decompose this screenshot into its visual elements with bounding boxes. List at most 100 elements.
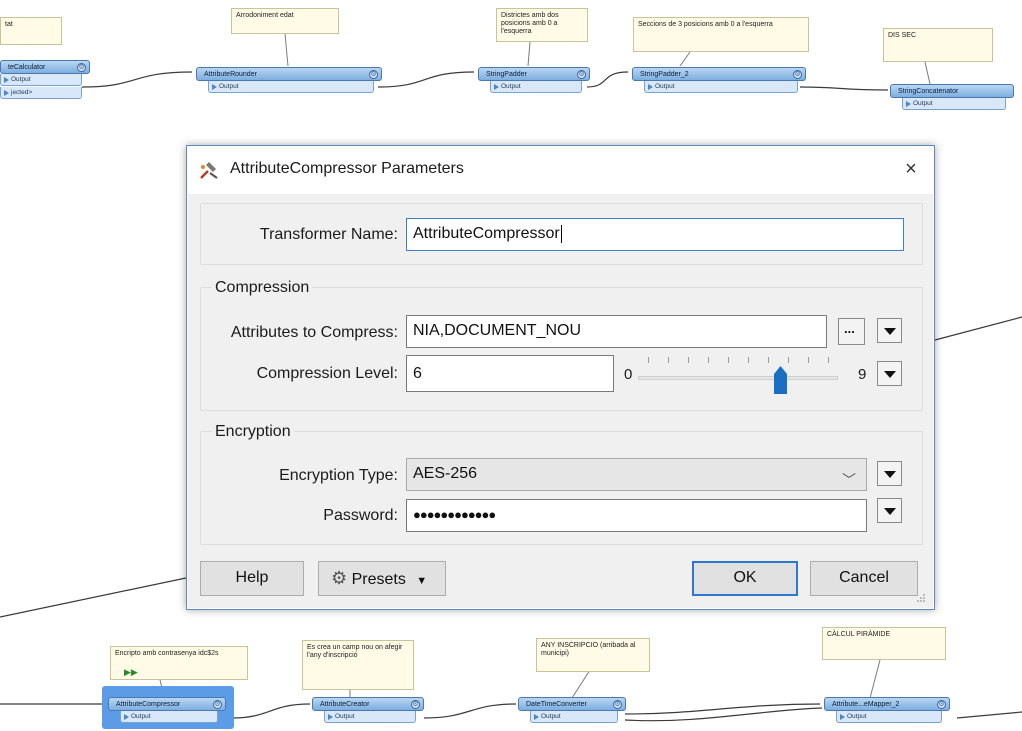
close-button[interactable]: × <box>898 157 924 183</box>
node-header[interactable]: AttributeCompressor ⚙ <box>108 697 226 711</box>
node-title: teCalculator <box>8 64 46 71</box>
annotation-mapper[interactable]: CÀLCUL PIRÀMIDE <box>822 627 946 660</box>
slider-tick <box>808 357 809 363</box>
password-menu-button[interactable] <box>877 498 902 523</box>
help-button[interactable]: Help <box>200 561 304 596</box>
compression-slider-thumb[interactable] <box>774 364 787 394</box>
node-string-concatenator[interactable]: StringConcatenator Output <box>890 84 1014 112</box>
resize-grip-icon[interactable] <box>916 593 926 603</box>
annotation-text: Es crea un camp nou on afegir l'any d'in… <box>307 644 403 659</box>
ellipsis-button[interactable]: ... <box>838 318 865 345</box>
chevron-down-icon: ﹀ <box>842 472 856 488</box>
slider-tick <box>768 357 769 363</box>
node-title: AttributeRounder <box>204 71 257 78</box>
transformer-name-label: Transformer Name: <box>259 226 398 243</box>
compression-level-menu-button[interactable] <box>877 361 902 386</box>
cancel-button[interactable]: Cancel <box>810 561 918 596</box>
slider-min-label: 0 <box>624 366 633 383</box>
gear-icon[interactable]: ⚙ <box>577 70 586 79</box>
port-label: jected> <box>11 89 33 96</box>
output-port[interactable]: Output <box>530 711 618 723</box>
node-header[interactable]: Attribute...eMapper_2 ⚙ <box>824 697 950 711</box>
wire <box>956 711 1022 719</box>
output-port[interactable]: Output <box>120 711 218 723</box>
port-label: Output <box>11 76 31 83</box>
annotation-text: ANY INSCRIPCIO (arribada al municipi) <box>541 642 636 657</box>
output-port[interactable]: Output <box>324 711 416 723</box>
node-calculator[interactable]: teCalculator ⚙ Output jected> <box>0 60 90 99</box>
output-port[interactable]: Output <box>902 98 1006 110</box>
port-label: Output <box>335 713 355 720</box>
slider-tick <box>708 357 709 363</box>
node-title: StringPadder <box>486 71 527 78</box>
annotation-top-left[interactable]: tat <box>0 17 62 45</box>
encryption-type-select[interactable]: AES-256 ﹀ <box>406 458 867 491</box>
gear-icon[interactable]: ⚙ <box>213 700 222 709</box>
wire <box>624 707 823 722</box>
rejected-port[interactable]: jected> <box>0 87 82 99</box>
annotation-padder2[interactable]: Seccions de 3 posicions amb 0 a l'esquer… <box>633 17 809 52</box>
annotation-padder[interactable]: Districtes amb dos posicions amb 0 a l'e… <box>496 8 588 42</box>
port-label: Output <box>655 83 675 90</box>
presets-button[interactable]: ⚙ Presets ▼ <box>318 561 446 596</box>
annotation-pointer <box>679 51 691 67</box>
annotation-text: tat <box>5 21 13 28</box>
annotation-text: CÀLCUL PIRÀMIDE <box>827 631 891 638</box>
ok-button[interactable]: OK <box>692 561 798 596</box>
annotation-text: Arrodoniment edat <box>236 12 294 19</box>
dialog-titlebar[interactable]: AttributeCompressor Parameters × <box>187 146 934 194</box>
node-attribute-mapper-2[interactable]: Attribute...eMapper_2 ⚙ Output <box>824 697 950 725</box>
node-attribute-creator[interactable]: AttributeCreator ⚙ Output <box>312 697 424 725</box>
node-string-padder-2[interactable]: StringPadder_2 ⚙ Output <box>632 67 806 95</box>
annotation-pointer <box>869 659 881 699</box>
triangle-down-icon <box>884 371 896 378</box>
node-header[interactable]: AttributeCreator ⚙ <box>312 697 424 711</box>
transformer-icon <box>200 162 218 179</box>
output-port[interactable]: Output <box>644 81 798 93</box>
attributes-to-compress-input[interactable]: NIA,DOCUMENT_NOU <box>406 315 827 348</box>
node-string-padder[interactable]: StringPadder ⚙ Output <box>478 67 590 95</box>
password-input[interactable]: ●●●●●●●●●●●● <box>406 499 867 532</box>
ellipsis-text: ... <box>844 321 855 336</box>
annotation-pointer <box>924 61 931 85</box>
compression-level-input[interactable]: 6 <box>406 355 614 392</box>
node-header[interactable]: teCalculator ⚙ <box>0 60 90 74</box>
node-header[interactable]: StringPadder ⚙ <box>478 67 590 81</box>
compression-slider-track[interactable] <box>638 376 838 380</box>
node-datetime-converter[interactable]: DateTimeConverter ⚙ Output <box>518 697 626 725</box>
node-title: StringConcatenator <box>898 88 959 95</box>
output-port[interactable]: Output <box>208 81 374 93</box>
annotation-creator[interactable]: Es crea un camp nou on afegir l'any d'in… <box>302 640 414 690</box>
gear-icon[interactable]: ⚙ <box>411 700 420 709</box>
gear-icon[interactable]: ⚙ <box>613 700 622 709</box>
compression-group-title: Compression <box>212 279 313 297</box>
output-port[interactable]: Output <box>836 711 942 723</box>
port-label: Output <box>913 100 933 107</box>
encryption-type-menu-button[interactable] <box>877 461 902 486</box>
gear-icon[interactable]: ⚙ <box>793 70 802 79</box>
attributes-to-compress-label: Attributes to Compress: <box>230 324 398 341</box>
output-port[interactable]: Output <box>490 81 582 93</box>
node-header[interactable]: AttributeRounder ⚙ <box>196 67 382 81</box>
encryption-type-label: Encryption Type: <box>279 467 398 484</box>
annotation-datetime[interactable]: ANY INSCRIPCIO (arribada al municipi) <box>536 638 650 672</box>
wire <box>0 577 187 618</box>
wire <box>934 316 1022 341</box>
gear-icon[interactable]: ⚙ <box>77 63 86 72</box>
attributes-menu-button[interactable] <box>877 318 902 343</box>
node-attribute-rounder[interactable]: AttributeRounder ⚙ Output <box>196 67 382 95</box>
wire <box>231 703 311 719</box>
gear-icon[interactable]: ⚙ <box>937 700 946 709</box>
annotation-concat[interactable]: DIS SEC <box>883 28 993 62</box>
caret-down-icon: ▼ <box>416 575 428 587</box>
attributes-value: NIA,DOCUMENT_NOU <box>413 322 582 339</box>
node-attribute-compressor[interactable]: AttributeCompressor ⚙ Output <box>108 697 226 725</box>
run-icons[interactable]: ▶▶ <box>124 667 138 678</box>
node-header[interactable]: DateTimeConverter ⚙ <box>518 697 626 711</box>
gear-icon[interactable]: ⚙ <box>369 70 378 79</box>
node-header[interactable]: StringPadder_2 ⚙ <box>632 67 806 81</box>
node-header[interactable]: StringConcatenator <box>890 84 1014 98</box>
output-port[interactable]: Output <box>0 74 82 86</box>
annotation-rounder[interactable]: Arrodoniment edat <box>231 8 339 34</box>
transformer-name-input[interactable]: AttributeCompressor <box>406 218 904 251</box>
